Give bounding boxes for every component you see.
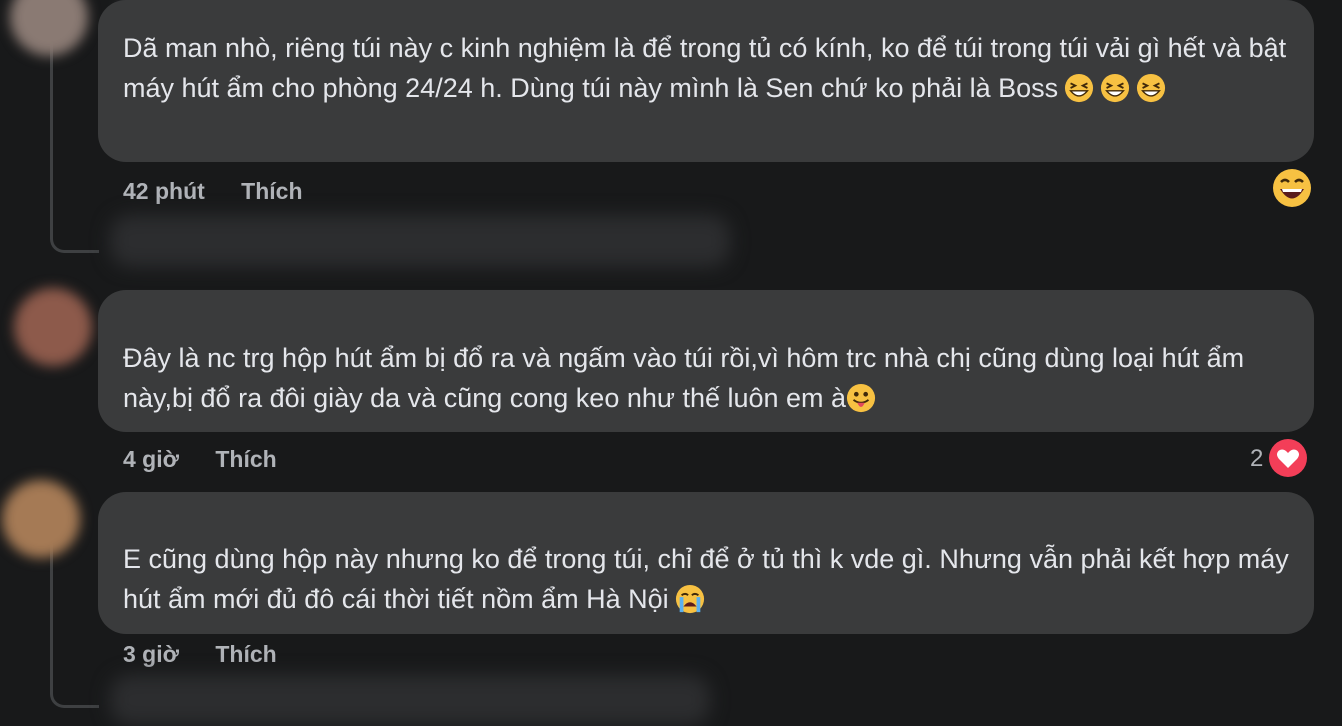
like-button[interactable]: Thích bbox=[215, 446, 276, 472]
comment-timestamp[interactable]: 42 phút bbox=[123, 178, 205, 204]
tongue-out-icon bbox=[847, 383, 876, 413]
avatar[interactable] bbox=[2, 480, 80, 558]
comment-text: Dã man nhò, riêng túi này c kinh nghiệm … bbox=[123, 33, 1287, 103]
reply-thread-line bbox=[50, 540, 99, 708]
grinning-squint-icon bbox=[1137, 73, 1166, 103]
comment-meta: 4 giờ Thích bbox=[123, 446, 307, 473]
avatar[interactable] bbox=[14, 288, 92, 366]
comment-meta: 3 giờ Thích bbox=[123, 641, 307, 668]
grinning-squint-icon bbox=[1065, 73, 1094, 103]
comment-bubble: Dã man nhò, riêng túi này c kinh nghiệm … bbox=[98, 0, 1314, 162]
comment-bubble: Đây là nc trg hộp hút ẩm bị đổ ra và ngấ… bbox=[98, 290, 1314, 432]
comment-text: E cũng dùng hộp này nhưng ko để trong tú… bbox=[123, 544, 1289, 614]
comment-timestamp[interactable]: 4 giờ bbox=[123, 446, 179, 472]
grinning-squint-icon bbox=[1101, 73, 1130, 103]
heart-reaction-icon[interactable] bbox=[1268, 438, 1308, 478]
comment-timestamp[interactable]: 3 giờ bbox=[123, 641, 179, 667]
like-button[interactable]: Thích bbox=[241, 178, 302, 204]
laughing-reaction-icon[interactable] bbox=[1272, 168, 1312, 208]
comment-text: Đây là nc trg hộp hút ẩm bị đổ ra và ngấ… bbox=[123, 343, 1245, 413]
collapsed-reply[interactable] bbox=[110, 675, 710, 725]
comment-bubble: E cũng dùng hộp này nhưng ko để trong tú… bbox=[98, 492, 1314, 634]
comment-meta: 42 phút Thích bbox=[123, 178, 333, 205]
crying-icon bbox=[675, 584, 704, 614]
reaction-count[interactable]: 2 bbox=[1250, 445, 1263, 473]
collapsed-reply[interactable] bbox=[110, 215, 730, 267]
like-button[interactable]: Thích bbox=[215, 641, 276, 667]
